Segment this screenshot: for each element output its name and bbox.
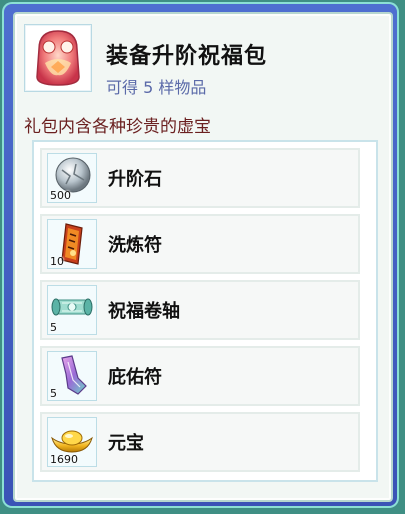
item-slot: 1690 (47, 417, 97, 467)
item-slot: 500 (47, 153, 97, 203)
list-item[interactable]: 5 祝福卷轴 (40, 280, 360, 340)
item-name: 庇佑符 (108, 367, 162, 388)
package-description: 礼包内含各种珍贵的虚宝 (24, 117, 211, 137)
item-slot: 5 (47, 351, 97, 401)
list-item[interactable]: 500 升阶石 (40, 148, 360, 208)
item-name: 升阶石 (108, 169, 162, 190)
item-slot: 5 (47, 285, 97, 335)
list-item[interactable]: 5 庇佑符 (40, 346, 360, 406)
item-name: 洗炼符 (108, 235, 162, 256)
list-item[interactable]: 1690 元宝 (40, 412, 360, 472)
item-count: 5 (50, 387, 57, 400)
list-item[interactable]: 10 洗炼符 (40, 214, 360, 274)
item-count: 1690 (50, 453, 78, 466)
gift-pouch-icon (36, 30, 80, 86)
item-count: 5 (50, 321, 57, 334)
item-list: 500 升阶石 10 洗炼符 5 祝福卷轴 5 庇佑符 1690 元宝 (32, 140, 378, 482)
item-name: 祝福卷轴 (108, 301, 180, 322)
package-subtitle: 可得 5 样物品 (106, 78, 207, 97)
item-slot: 10 (47, 219, 97, 269)
item-name: 元宝 (108, 433, 144, 454)
package-icon-slot (24, 24, 92, 92)
item-count: 500 (50, 189, 71, 202)
item-count: 10 (50, 255, 64, 268)
package-title: 装备升阶祝福包 (106, 44, 268, 69)
